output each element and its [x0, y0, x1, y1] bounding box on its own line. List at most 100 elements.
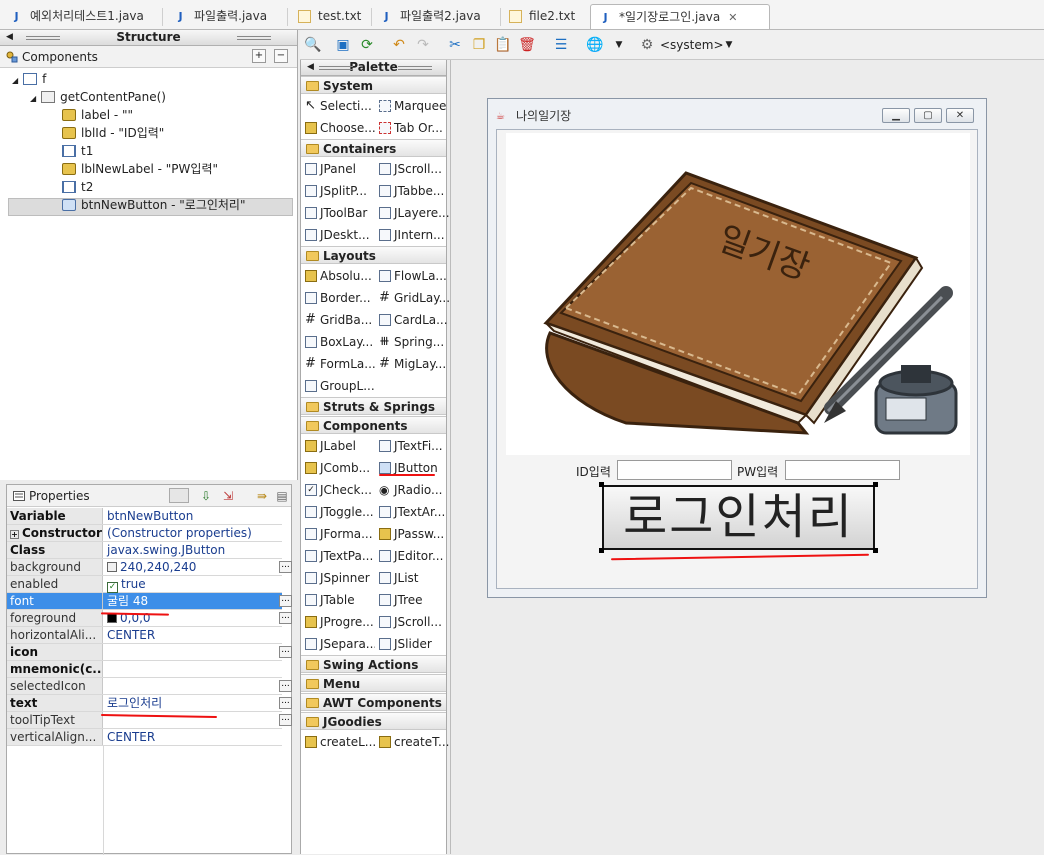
tree-node-label[interactable]: label - ""	[62, 106, 133, 124]
tree-node-lblnewlabel[interactable]: lblNewLabel - "PW입력"	[62, 160, 218, 178]
ellipsis-button[interactable]: ...	[279, 714, 292, 726]
tree-node-t2[interactable]: t2	[62, 178, 93, 196]
prop-row-variable[interactable]: Variable btnNewButton	[7, 508, 282, 525]
enabled-checkbox[interactable]: ✓	[107, 582, 118, 593]
palette-item-box-layout[interactable]: BoxLay...	[303, 332, 375, 352]
palette-item-jtoolbar[interactable]: JToolBar	[303, 203, 375, 223]
palette-item-jpasswordfield[interactable]: JPassw...	[377, 524, 449, 544]
palette-category-swing-actions[interactable]: Swing Actions	[301, 655, 446, 673]
test-gui-icon[interactable]: 🔍	[304, 36, 322, 54]
ellipsis-button[interactable]: ...	[279, 612, 292, 624]
minimize-button[interactable]: ▁	[882, 108, 910, 123]
goto-definition-icon[interactable]: ⇩	[197, 487, 215, 505]
prop-row-horizontal-alignment[interactable]: horizontalAli... CENTER	[7, 627, 282, 644]
palette-category-containers[interactable]: Containers	[301, 139, 446, 157]
palette-item-form-layout[interactable]: # FormLa...	[303, 354, 375, 374]
palette-item-gridbag-layout[interactable]: # GridBa...	[303, 310, 375, 330]
convert-local-icon[interactable]: ⇲	[219, 487, 237, 505]
ellipsis-button[interactable]: ...	[279, 646, 292, 658]
tab-order-icon[interactable]: ☰	[552, 36, 570, 54]
palette-item-jcheckbox[interactable]: ✓ JCheck...	[303, 480, 375, 500]
palette-item-jtextpane[interactable]: JTextPa...	[303, 546, 375, 566]
palette-item-jspinner[interactable]: JSpinner	[303, 568, 375, 588]
palette-item-jdesktoppane[interactable]: JDeskt...	[303, 225, 375, 245]
palette-item-grid-layout[interactable]: # GridLay...	[377, 288, 449, 308]
collapse-arrow-icon[interactable]: ◀	[307, 60, 314, 75]
palette-item-create-label[interactable]: createL...	[303, 732, 375, 752]
ellipsis-button[interactable]: ...	[279, 561, 292, 573]
palette-item-jtogglebutton[interactable]: JToggle...	[303, 502, 375, 522]
cut-icon[interactable]: ✂	[446, 36, 464, 54]
selection-handle[interactable]	[873, 548, 878, 553]
look-and-feel-icon[interactable]: ⚙	[638, 36, 656, 54]
palette-item-choose[interactable]: Choose...	[303, 118, 375, 138]
tab-file-output2[interactable]: J 파일출력2.java	[372, 4, 480, 29]
selection-handle[interactable]	[873, 482, 878, 487]
palette-item-jscrollbar[interactable]: JScroll...	[377, 612, 449, 632]
expand-all-button[interactable]: +	[252, 49, 266, 63]
palette-item-jslider[interactable]: JSlider	[377, 634, 449, 654]
prop-row-background[interactable]: background 240,240,240...	[7, 559, 292, 576]
palette-item-border-layout[interactable]: Border...	[303, 288, 375, 308]
ellipsis-button[interactable]: ...	[279, 697, 292, 709]
prop-row-text[interactable]: text 로그인처리...	[7, 695, 292, 712]
tab-file2-txt[interactable]: file2.txt	[501, 4, 575, 29]
palette-item-tab-order[interactable]: Tab Or...	[377, 118, 449, 138]
palette-item-selection[interactable]: ↖ Selecti...	[303, 96, 375, 116]
dropdown-arrow-icon[interactable]: ▼	[610, 36, 628, 54]
palette-item-jtextfield[interactable]: JTextFi...	[377, 436, 449, 456]
palette-item-jprogressbar[interactable]: JProgre...	[303, 612, 375, 632]
palette-item-jinternalframe[interactable]: JIntern...	[377, 225, 449, 245]
tab-diary-login[interactable]: J *일기장로그인.java ✕	[590, 4, 770, 29]
palette-item-jformattedtextfield[interactable]: JForma...	[303, 524, 375, 544]
dropdown-arrow-icon[interactable]: ▼	[720, 36, 738, 54]
palette-item-jcombobox[interactable]: JComb...	[303, 458, 375, 478]
prop-row-vertical-alignment[interactable]: verticalAlign... CENTER	[7, 729, 282, 746]
close-button[interactable]: ✕	[946, 108, 974, 123]
palette-item-flow-layout[interactable]: FlowLa...	[377, 266, 449, 286]
restore-default-icon[interactable]: ▤	[273, 487, 291, 505]
export-icon[interactable]: ▣	[334, 36, 352, 54]
prop-row-icon[interactable]: icon...	[7, 644, 292, 661]
prop-row-selected-icon[interactable]: selectedIcon...	[7, 678, 292, 695]
palette-item-jlist[interactable]: JList	[377, 568, 449, 588]
prop-row-enabled[interactable]: enabled ✓ true	[7, 576, 282, 593]
tree-node-t1[interactable]: t1	[62, 142, 93, 160]
palette-category-menu[interactable]: Menu	[301, 674, 446, 692]
palette-item-spring-layout[interactable]: ⧻ Spring...	[377, 332, 449, 352]
collapse-arrow-icon[interactable]: ◀	[6, 30, 13, 45]
palette-item-group-layout[interactable]: GroupL...	[303, 376, 375, 396]
copy-icon[interactable]: ❐	[470, 36, 488, 54]
close-tab-icon[interactable]: ✕	[728, 11, 737, 24]
tree-node-lblid[interactable]: lblId - "ID입력"	[62, 124, 164, 142]
login-button[interactable]: 로그인처리	[602, 485, 875, 550]
palette-item-jtextarea[interactable]: JTextAr...	[377, 502, 449, 522]
palette-item-mig-layout[interactable]: # MigLay...	[377, 354, 449, 374]
show-events-button[interactable]	[169, 488, 189, 503]
paste-icon[interactable]: 📋	[494, 36, 512, 54]
prop-row-constructor[interactable]: + Constructor (Constructor properties)	[7, 525, 282, 542]
advanced-props-icon[interactable]: ⇛	[253, 487, 271, 505]
tree-node-btnnewbutton[interactable]: btnNewButton - "로그인처리"	[62, 196, 246, 214]
palette-item-create-title[interactable]: createT...	[377, 732, 449, 752]
palette-category-awt[interactable]: AWT Components	[301, 693, 446, 711]
palette-item-jlabel[interactable]: JLabel	[303, 436, 375, 456]
palette-category-struts-springs[interactable]: Struts & Springs	[301, 397, 446, 415]
collapse-all-button[interactable]: −	[274, 49, 288, 63]
palette-item-jlayeredpane[interactable]: JLayere...	[377, 203, 449, 223]
tab-exception-test[interactable]: J 예외처리테스트1.java	[2, 4, 143, 29]
palette-item-card-layout[interactable]: CardLa...	[377, 310, 449, 330]
palette-item-marquee[interactable]: Marquee	[377, 96, 449, 116]
palette-item-jscrollpane[interactable]: JScroll...	[377, 159, 449, 179]
prop-row-class[interactable]: Class javax.swing.JButton	[7, 542, 282, 559]
palette-item-jtable[interactable]: JTable	[303, 590, 375, 610]
prop-row-font[interactable]: font 굴림 48...	[7, 593, 292, 610]
redo-icon[interactable]: ↷	[414, 36, 432, 54]
palette-category-jgoodies[interactable]: JGoodies	[301, 712, 446, 730]
undo-icon[interactable]: ↶	[390, 36, 408, 54]
palette-item-jeditorpane[interactable]: JEditor...	[377, 546, 449, 566]
palette-item-jradiobutton[interactable]: ◉ JRadio...	[377, 480, 449, 500]
prop-row-mnemonic[interactable]: mnemonic(c...	[7, 661, 282, 678]
delete-icon[interactable]: 🗑	[518, 36, 536, 54]
palette-item-jpanel[interactable]: JPanel	[303, 159, 375, 179]
